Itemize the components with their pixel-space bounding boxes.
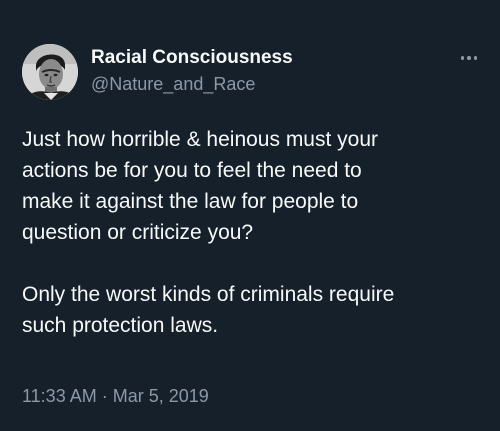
author-handle[interactable]: @Nature_and_Race (91, 72, 293, 96)
tweet-date: Mar 5, 2019 (112, 386, 209, 406)
tweet-time: 11:33 AM (22, 386, 97, 406)
tweet-header: Racial Consciousness @Nature_and_Race (22, 42, 482, 102)
portrait-avatar-icon[interactable] (22, 44, 78, 100)
more-dot (460, 56, 465, 60)
tweet-card: Racial Consciousness @Nature_and_Race Ju… (0, 0, 500, 431)
author-names: Racial Consciousness @Nature_and_Race (91, 46, 293, 96)
tweet-text: Just how horrible & heinous must your ac… (22, 124, 482, 341)
more-options-icon[interactable] (456, 48, 482, 68)
tweet-paragraph: Just how horrible & heinous must your ac… (22, 128, 379, 244)
tweet-paragraph: Only the worst kinds of criminals requir… (22, 283, 395, 337)
avatar-portrait-image (22, 44, 78, 100)
more-dot (467, 56, 471, 60)
tweet-timestamp[interactable]: 11:33 AM · Mar 5, 2019 (22, 384, 209, 408)
author-display-name[interactable]: Racial Consciousness (91, 46, 293, 70)
timestamp-separator: · (101, 386, 108, 406)
more-dot (473, 56, 478, 60)
